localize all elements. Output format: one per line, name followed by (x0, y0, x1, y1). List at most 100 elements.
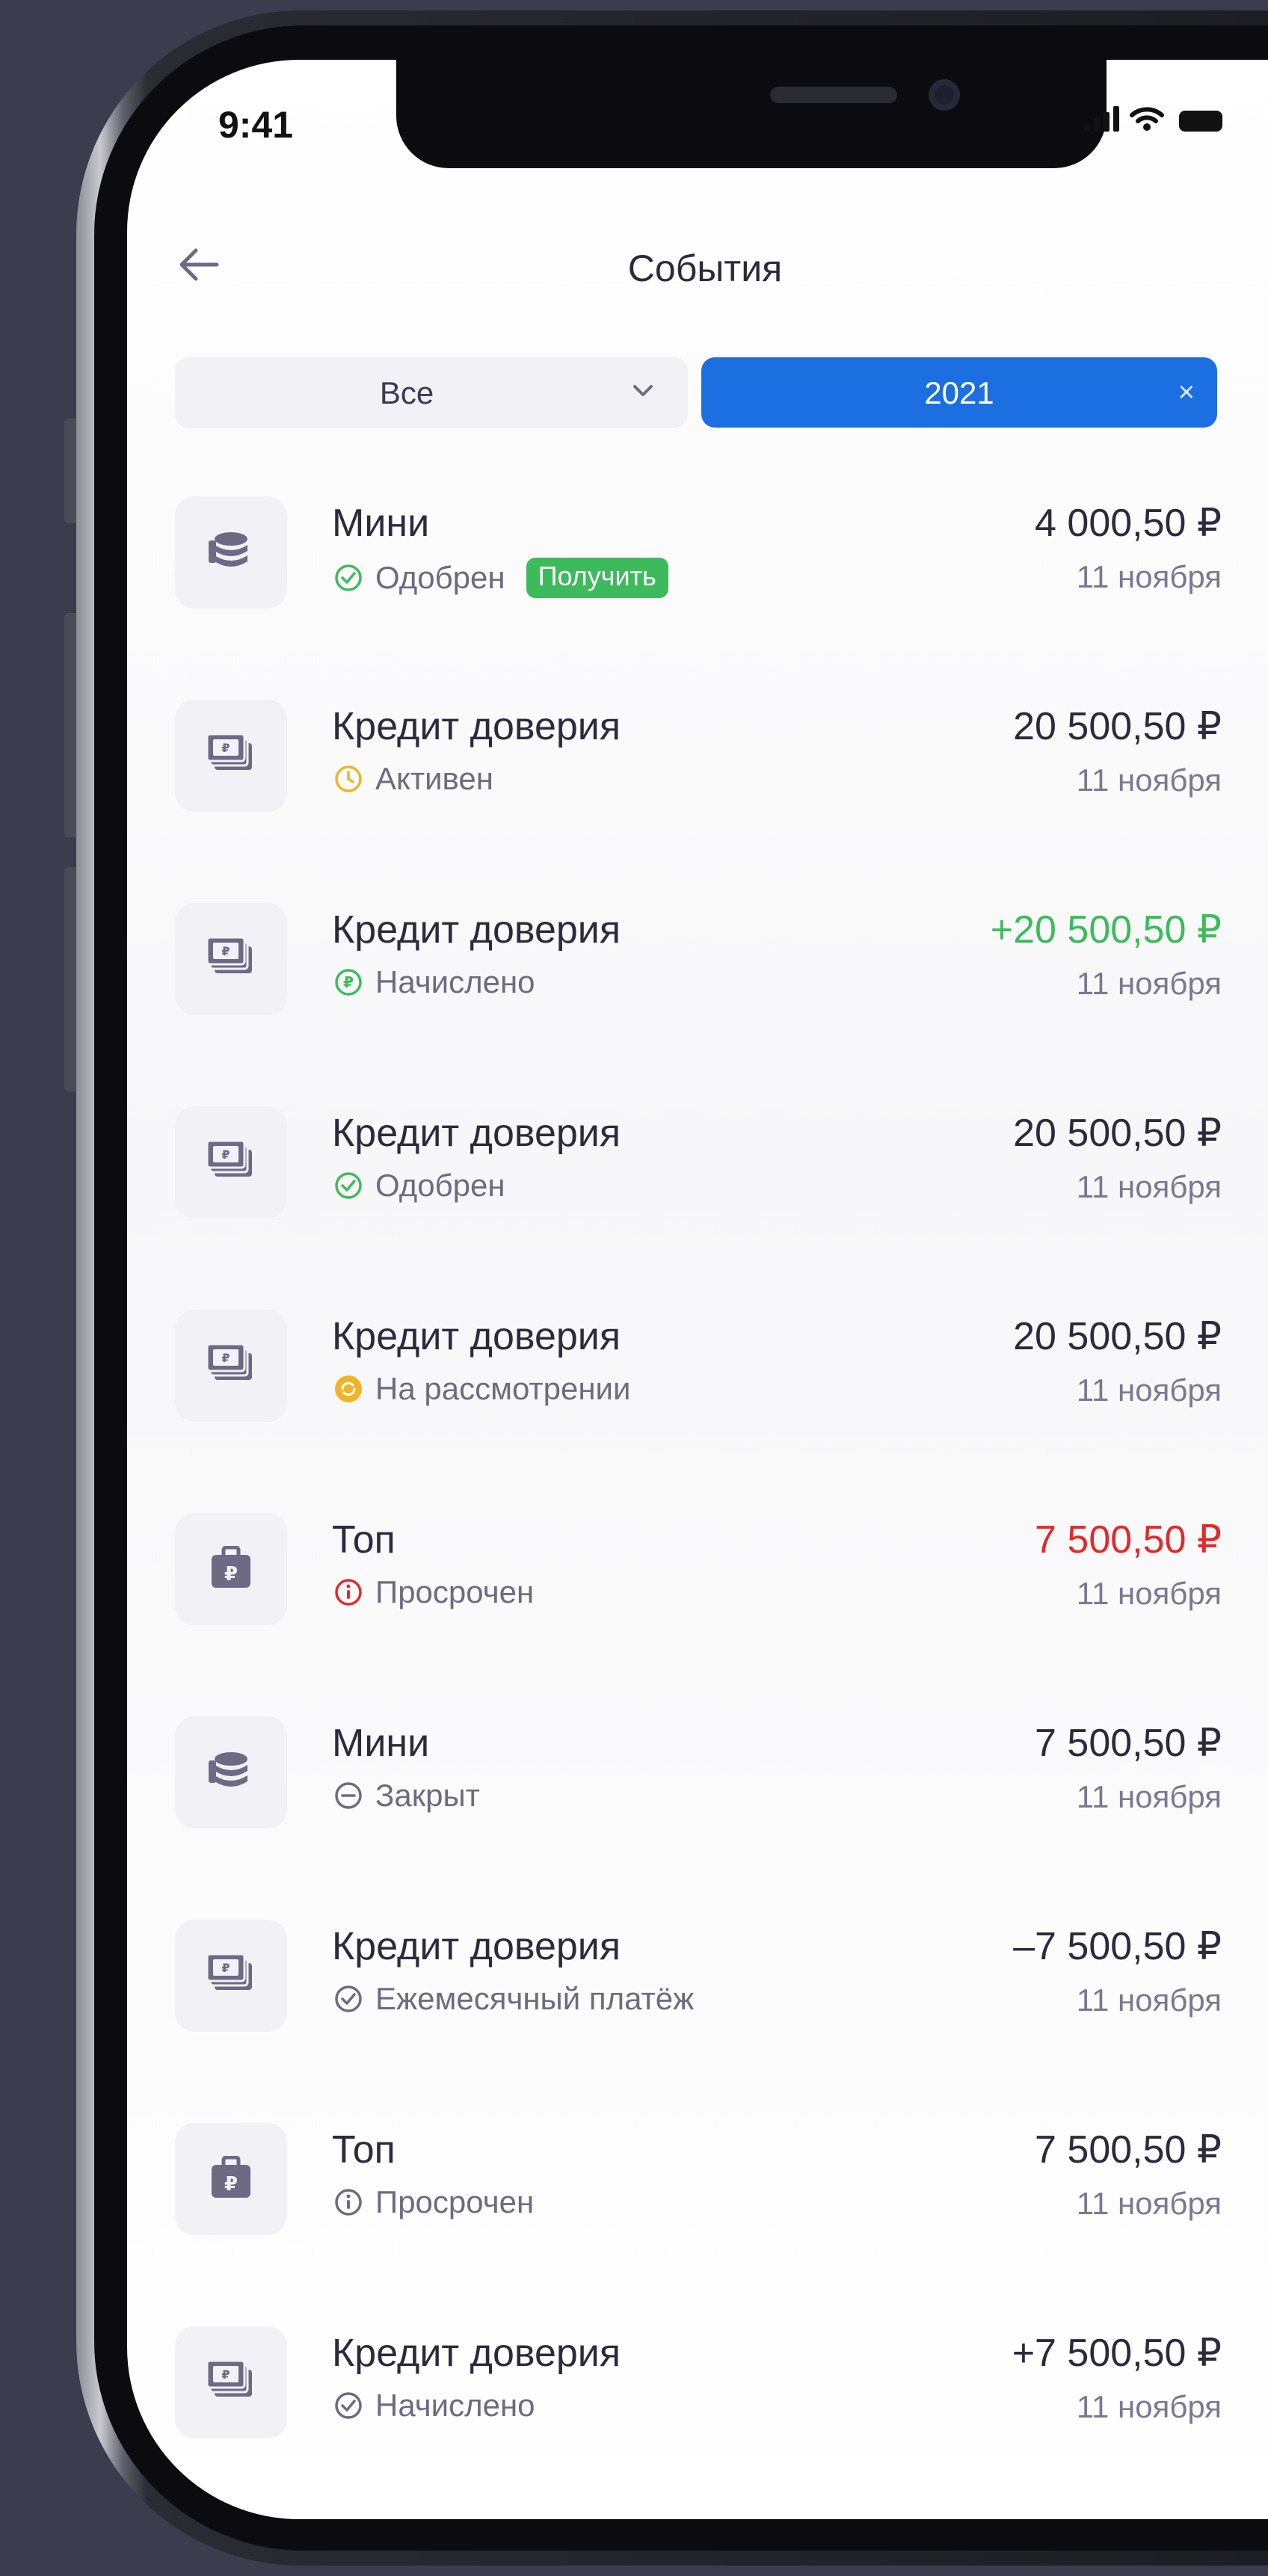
event-status-label: Закрыт (375, 1778, 480, 1813)
svg-text:₽: ₽ (221, 2367, 230, 2382)
event-row[interactable]: ₽ Кредит доверия Одобрен 20 500,50 ₽ 11 … (175, 1088, 1222, 1292)
nav-bar: События (127, 217, 1268, 306)
event-amount: –7 500,50 ₽ (1013, 1925, 1222, 1968)
event-date: 11 ноября (1076, 559, 1222, 594)
event-status-label: Одобрен (375, 1168, 505, 1203)
check-circle-icon (332, 1982, 365, 2015)
event-type-icon-tile: ₽ (175, 2123, 287, 2235)
event-status: ₽ Начислено (332, 964, 535, 1000)
event-title: Мини (332, 1722, 430, 1765)
svg-text:₽: ₽ (221, 741, 230, 755)
event-row[interactable]: ₽ Кредит доверия На рассмотрении 20 500,… (175, 1292, 1222, 1495)
event-row[interactable]: ₽ Топ Просрочен 7 500,50 ₽ 11 ноября (175, 2105, 1222, 2308)
event-title: Кредит доверия (332, 1925, 621, 1968)
battery-icon (1179, 111, 1222, 132)
event-title: Кредит доверия (332, 2332, 621, 2375)
event-row[interactable]: ₽ Кредит доверия Начислено +7 500,50 ₽ 1… (175, 2308, 1222, 2512)
check-circle-icon (332, 2389, 365, 2422)
event-title: Топ (332, 2128, 396, 2172)
event-status: Активен (332, 761, 493, 797)
event-date: 11 ноября (1076, 1169, 1222, 1204)
svg-text:₽: ₽ (224, 1563, 238, 1586)
briefcase-icon: ₽ (210, 1545, 252, 1593)
event-row[interactable]: Мини Закрыт 7 500,50 ₽ 11 ноября (175, 1698, 1222, 1902)
event-date: 11 ноября (1076, 762, 1222, 798)
event-row[interactable]: ₽ Кредит доверия Ежемесячный платёж –7 5… (175, 1902, 1222, 2105)
event-status-label: На рассмотрении (375, 1371, 631, 1406)
front-camera (929, 79, 960, 111)
event-type-icon-tile (175, 496, 287, 608)
event-row[interactable]: Мини Одобрен Получить 4 000,50 ₽ 11 нояб… (175, 478, 1222, 682)
banknote-icon: ₽ (206, 1953, 256, 2000)
event-title: Кредит доверия (332, 1112, 621, 1155)
event-amount: 20 500,50 ₽ (1013, 1112, 1222, 1155)
event-date: 11 ноября (1076, 1372, 1222, 1408)
event-type-icon-tile: ₽ (175, 700, 287, 812)
refresh-circle-icon (332, 1372, 365, 1405)
cellular-signal-icon (1084, 106, 1119, 132)
event-title: Мини (332, 502, 430, 545)
get-money-button[interactable]: Получить (526, 558, 668, 598)
event-type-icon-tile: ₽ (175, 2326, 287, 2438)
event-row[interactable]: ₽ Кредит доверия ₽ Начислено +20 500,50 … (175, 885, 1222, 1088)
svg-text:₽: ₽ (221, 1147, 230, 1162)
event-amount: +20 500,50 ₽ (990, 908, 1222, 952)
banknote-icon: ₽ (206, 1139, 256, 1186)
event-status: На рассмотрении (332, 1371, 630, 1407)
event-status: Одобрен (332, 1168, 505, 1204)
banknote-icon: ₽ (206, 733, 256, 780)
event-amount: 20 500,50 ₽ (1013, 705, 1222, 748)
event-type-select[interactable]: Все (175, 357, 688, 428)
event-row[interactable]: ₽ Кредит доверия Активен 20 500,50 ₽ 11 … (175, 682, 1222, 885)
event-status-label: Начислено (375, 2388, 535, 2423)
phone-screen: 9:41 События Все 2021 × Мини Одобрен Пол… (127, 60, 1268, 2519)
notch (396, 60, 1107, 168)
event-title: Топ (332, 1518, 396, 1562)
event-status-label: Просрочен (375, 2184, 535, 2219)
year-filter-chip[interactable]: 2021 × (701, 357, 1217, 428)
close-icon[interactable]: × (1178, 377, 1195, 409)
event-date: 11 ноября (1076, 2389, 1222, 2424)
event-status-label: Одобрен (375, 560, 505, 595)
event-amount: 7 500,50 ₽ (1035, 2128, 1222, 2172)
event-amount: 7 500,50 ₽ (1035, 1722, 1222, 1765)
mute-switch (64, 419, 76, 523)
event-status: Просрочен (332, 2184, 534, 2220)
info-circle-icon (332, 1576, 365, 1609)
volume-down-button (64, 867, 76, 1091)
coins-icon (207, 1750, 255, 1796)
event-date: 11 ноября (1076, 2186, 1222, 2221)
event-amount: 20 500,50 ₽ (1013, 1315, 1222, 1358)
speaker-grille (770, 87, 897, 103)
event-status: Закрыт (332, 1778, 480, 1814)
event-status: Одобрен Получить (332, 558, 668, 598)
event-date: 11 ноября (1076, 966, 1222, 1001)
minus-circle-icon (332, 1779, 365, 1812)
events-list: Мини Одобрен Получить 4 000,50 ₽ 11 нояб… (175, 478, 1222, 2512)
event-type-icon-tile: ₽ (175, 1513, 287, 1625)
event-title: Кредит доверия (332, 908, 621, 952)
banknote-icon: ₽ (206, 1343, 256, 1390)
check-circle-icon (332, 1169, 365, 1202)
event-status-label: Активен (375, 761, 493, 796)
coins-icon (207, 530, 255, 576)
event-type-icon-tile: ₽ (175, 1310, 287, 1422)
event-row[interactable]: ₽ Топ Просрочен 7 500,50 ₽ 11 ноября (175, 1495, 1222, 1698)
ruble-circle-icon: ₽ (332, 966, 365, 999)
event-title: Кредит доверия (332, 705, 621, 748)
year-filter-value: 2021 (924, 375, 994, 410)
info-circle-icon (332, 2186, 365, 2219)
banknote-icon: ₽ (206, 936, 256, 983)
check-circle-icon (332, 561, 365, 594)
event-amount: +7 500,50 ₽ (1012, 2332, 1222, 2375)
wifi-icon (1130, 107, 1164, 131)
volume-up-button (64, 613, 76, 837)
event-date: 11 ноября (1076, 1779, 1222, 1814)
banknote-icon: ₽ (206, 2359, 256, 2406)
event-amount: 4 000,50 ₽ (1035, 502, 1222, 545)
event-type-icon-tile: ₽ (175, 903, 287, 1015)
event-status: Просрочен (332, 1574, 534, 1610)
chevron-down-icon (633, 385, 653, 396)
event-type-icon-tile (175, 1716, 287, 1828)
event-type-icon-tile: ₽ (175, 1106, 287, 1218)
